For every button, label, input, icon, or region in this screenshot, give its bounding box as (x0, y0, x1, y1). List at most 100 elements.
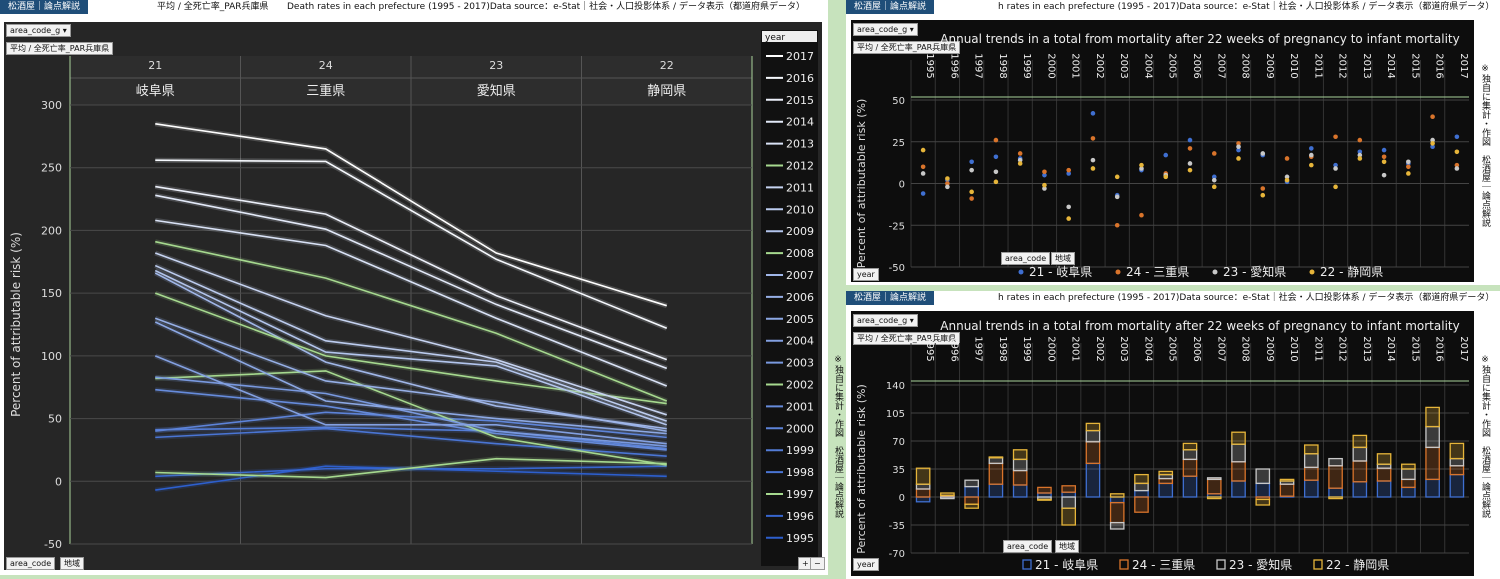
scatter-point (1309, 152, 1314, 158)
chart-title: Annual trends in a total from mortality … (940, 32, 1459, 46)
legend-marker (1115, 269, 1121, 275)
side-credit: ※独自に集計・作図 松酒屋｜論点解説 (1480, 64, 1490, 227)
region-button[interactable]: 地域 (1055, 540, 1079, 553)
legend-marker (1119, 559, 1129, 570)
scatter-point (1333, 134, 1338, 140)
scatter-point (1139, 212, 1144, 218)
area-code-button[interactable]: area_code (1003, 540, 1053, 553)
scatter-point (1163, 152, 1169, 158)
legend-label: 2001 (786, 400, 814, 413)
brand-tag[interactable]: 松酒屋｜論点解説 (846, 0, 935, 14)
side-credit: ※独自に集計・作図 松酒屋｜論点解説 (1480, 355, 1490, 518)
bar-segment (1109, 493, 1125, 498)
y-axis-label: Percent of attributable risk (%) (855, 384, 868, 553)
x-tick-label: 1997 (973, 53, 984, 78)
x-tick-label: 2015 (1409, 336, 1420, 361)
bar-segment (964, 496, 979, 505)
bar-segment (1352, 446, 1368, 462)
year-button[interactable]: year (853, 268, 879, 281)
y-tick-label: 140 (886, 381, 905, 392)
legend-label: 2015 (786, 94, 814, 107)
x-tick-label: 2010 (1288, 53, 1299, 78)
scatter-point (993, 154, 999, 160)
scatter-point (993, 169, 999, 175)
scatter-point (1066, 167, 1071, 173)
scatter-point (1187, 161, 1193, 166)
zoom-out-button[interactable]: − (810, 557, 825, 570)
chart-path: 平均 / 全死亡率_PAR兵庫県 (157, 2, 269, 12)
bar-segment (1352, 460, 1368, 483)
bar-segment (1303, 479, 1319, 498)
legend-label: 2013 (786, 138, 814, 151)
area-code-button[interactable]: area_code (6, 557, 56, 570)
x-tick-label: 2002 (1094, 336, 1105, 361)
y-tick-label: 50 (48, 413, 62, 426)
bar-segment (1061, 491, 1077, 498)
region-button[interactable]: 地域 (60, 557, 84, 570)
y-tick-label: -50 (889, 263, 905, 274)
legend-label: 1999 (786, 444, 814, 457)
bar-segment (1279, 478, 1295, 482)
x-tick-label: 2012 (1337, 336, 1348, 361)
legend-label: 2008 (786, 247, 814, 260)
y-tick-label: 0 (899, 493, 905, 504)
y-tick-label: 150 (41, 287, 62, 300)
right-bottom-topbar: 松酒屋｜論点解説 h rates in each prefecture (199… (846, 291, 1500, 305)
bar-segment (1449, 457, 1465, 467)
x-tick-label: 2014 (1385, 53, 1396, 78)
bar-segment (1134, 482, 1149, 492)
line-chart: 21 岐阜県 24 三重県 23 愛知県 22 静岡県 -50 0 50 100 150 200 250 30… (9, 30, 818, 566)
x-tick-label: 2008 (1240, 336, 1251, 361)
scatter-point (1260, 192, 1266, 198)
bar-segment (1037, 498, 1052, 501)
brand-tag[interactable]: 松酒屋｜論点解説 (0, 0, 89, 14)
region-button[interactable]: 地域 (1051, 252, 1075, 265)
scatter-point (1042, 169, 1047, 175)
legend-label: 2011 (786, 181, 814, 194)
category-code-label: 22 (660, 59, 674, 72)
scatter-point (1454, 149, 1460, 155)
legend-label: 2014 (786, 116, 814, 129)
legend-label: 2000 (786, 422, 814, 435)
right-bottom-dashboard: 松酒屋｜論点解説 h rates in each prefecture (199… (846, 291, 1500, 579)
year-button[interactable]: year (853, 558, 879, 571)
left-dashboard: 松酒屋｜論点解説 平均 / 全死亡率_PAR兵庫県 Death rates in… (0, 0, 843, 575)
y-tick-label: 105 (886, 409, 905, 420)
scatter-point (969, 159, 974, 165)
bar-segment (964, 479, 979, 488)
bar-segment (1328, 487, 1343, 498)
scatter-point (1187, 137, 1193, 143)
bar-segment (1109, 521, 1125, 530)
x-tick-label: 1996 (948, 336, 959, 361)
side-credit: ※独自に集計・作図 松酒屋｜論点解説 (833, 355, 843, 518)
area-code-button[interactable]: area_code (1001, 252, 1051, 265)
y-tick-label: 300 (41, 99, 62, 112)
bar-segment (1401, 486, 1416, 498)
scatter-point (969, 196, 974, 201)
x-tick-label: 1999 (1021, 53, 1032, 78)
x-tick-label: 2009 (1264, 336, 1275, 361)
y-tick-label: 250 (41, 162, 62, 175)
scatter-point (1284, 156, 1290, 161)
scatter-point (1381, 147, 1387, 153)
brand-tag[interactable]: 松酒屋｜論点解説 (846, 291, 935, 305)
bar-segment (1255, 498, 1271, 506)
scatter-point (945, 184, 950, 190)
bar-segment (1425, 446, 1440, 481)
y-tick-label: 35 (892, 465, 905, 476)
scatter-point (1333, 184, 1338, 190)
y-axis-label: Percent of attributable risk (%) (9, 232, 23, 417)
scatter-point (993, 137, 999, 143)
legend-label: 1996 (786, 510, 814, 523)
bar-segment (1303, 453, 1319, 469)
legend-marker (1216, 559, 1226, 570)
scatter-point (1042, 182, 1047, 188)
chart-title: Death rates in each prefecture (1995 - 2… (287, 2, 805, 12)
bar-segment (915, 496, 931, 503)
bar-segment (1376, 453, 1392, 465)
x-tick-label: 2005 (1167, 53, 1178, 78)
y-tick-label: 100 (41, 350, 62, 363)
x-tick-label: 2017 (1458, 336, 1469, 361)
x-tick-label: 1996 (948, 53, 959, 78)
x-tick-label: 1995 (924, 336, 935, 361)
